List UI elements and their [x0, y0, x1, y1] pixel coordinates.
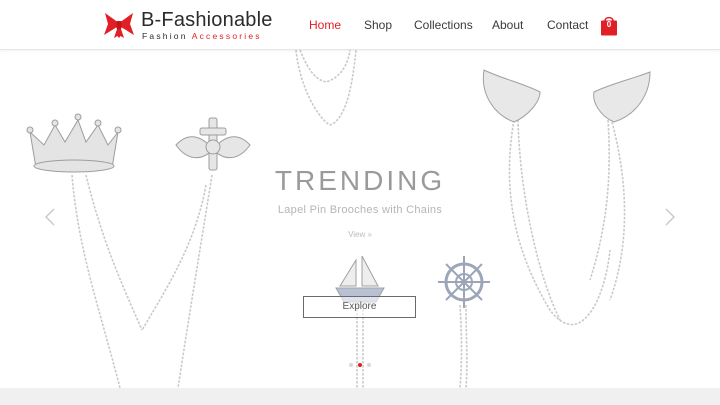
cart-button[interactable]: 0	[600, 15, 618, 36]
red-bow-icon	[104, 13, 134, 38]
slide-dot-1[interactable]	[349, 363, 353, 367]
brooch-product-image	[26, 50, 651, 388]
hero-title: TRENDING	[274, 165, 446, 196]
chevron-left-icon[interactable]	[44, 208, 56, 226]
explore-button[interactable]: Explore	[303, 296, 416, 318]
nav-contact[interactable]: Contact	[547, 18, 588, 32]
slide-dot-3[interactable]	[367, 363, 371, 367]
hero-subtitle: Lapel Pin Brooches with Chains	[277, 204, 443, 216]
tagline-part2: Accessories	[191, 31, 262, 41]
nav-home[interactable]: Home	[309, 18, 341, 32]
nav-shop[interactable]: Shop	[364, 18, 392, 32]
brand-logo[interactable]: B-Fashionable Fashion Accessories	[103, 9, 283, 43]
section-divider-strip	[0, 388, 720, 405]
slide-dot-2[interactable]	[358, 363, 362, 367]
site-header: B-Fashionable Fashion Accessories Home S…	[0, 0, 720, 50]
brand-tagline: Fashion Accessories	[142, 31, 262, 41]
chevron-right-icon[interactable]	[664, 208, 676, 226]
view-link[interactable]: View »	[0, 230, 720, 239]
hero-slideshow: TRENDING Lapel Pin Brooches with Chains …	[0, 50, 720, 388]
cart-count: 0	[606, 20, 612, 29]
nav-collections[interactable]: Collections	[414, 18, 473, 32]
nav-about[interactable]: About	[492, 18, 523, 32]
slide-indicators	[349, 363, 373, 369]
tagline-part1: Fashion	[142, 31, 188, 41]
brand-name: B-Fashionable	[141, 9, 273, 31]
